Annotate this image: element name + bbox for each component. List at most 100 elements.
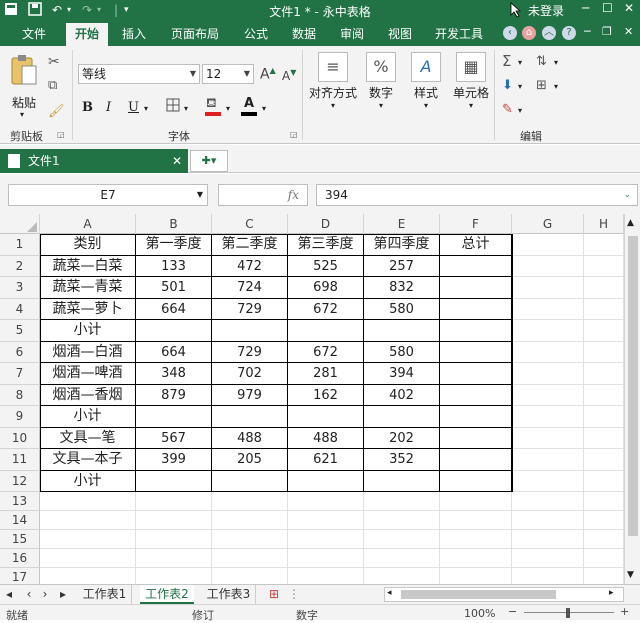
cell[interactable] xyxy=(584,549,624,568)
cell[interactable] xyxy=(136,530,212,549)
cell[interactable]: 488 xyxy=(288,427,364,449)
horizontal-scrollbar[interactable]: ◂ ▸ xyxy=(384,587,624,602)
scroll-thumb[interactable] xyxy=(628,236,638,536)
cell[interactable] xyxy=(440,255,512,277)
file-menu[interactable]: 文件 xyxy=(8,23,60,46)
cell[interactable]: 小计 xyxy=(40,406,136,428)
row-header[interactable]: 14 xyxy=(0,511,40,530)
cell[interactable]: 烟酒—香烟 xyxy=(40,384,136,406)
border-dropdown-icon[interactable]: ▾ xyxy=(184,104,188,113)
doc-restore-icon[interactable]: ❐ xyxy=(602,25,612,38)
cell[interactable] xyxy=(584,449,624,471)
cell[interactable] xyxy=(136,492,212,511)
cell[interactable] xyxy=(288,568,364,584)
cell[interactable] xyxy=(584,277,624,299)
cell[interactable]: 664 xyxy=(136,341,212,363)
cell[interactable] xyxy=(584,234,624,256)
cell[interactable] xyxy=(512,406,584,428)
formula-input[interactable]: 394 ⌄ xyxy=(316,184,638,206)
cell[interactable] xyxy=(584,363,624,385)
cell[interactable] xyxy=(440,406,512,428)
cell[interactable] xyxy=(136,406,212,428)
cell[interactable] xyxy=(288,492,364,511)
cell[interactable] xyxy=(136,511,212,530)
underline-button[interactable]: U xyxy=(128,100,139,115)
fill-color-dropdown-icon[interactable]: ▾ xyxy=(226,104,230,113)
column-header[interactable]: H xyxy=(584,214,624,234)
font-name-select[interactable]: 等线 ▼ xyxy=(78,64,200,84)
cell[interactable] xyxy=(512,530,584,549)
find-icon[interactable]: ⊞ xyxy=(536,78,547,93)
row-header[interactable]: 7 xyxy=(0,363,40,385)
cell[interactable] xyxy=(364,511,440,530)
add-sheet-icon[interactable]: ⊞ xyxy=(264,585,284,604)
clear-icon[interactable]: ✎ xyxy=(502,102,513,117)
cell[interactable] xyxy=(136,568,212,584)
paste-icon[interactable] xyxy=(8,54,40,86)
cell[interactable] xyxy=(584,406,624,428)
tab-splitter-icon[interactable]: ⋮ xyxy=(288,585,300,604)
sort-dropdown-icon[interactable]: ▾ xyxy=(554,58,558,67)
cell[interactable]: 979 xyxy=(212,384,288,406)
cell[interactable] xyxy=(512,449,584,471)
vertical-scrollbar[interactable]: ▲ ▼ xyxy=(624,214,640,584)
tab-developer[interactable]: 开发工具 xyxy=(428,23,490,46)
bold-button[interactable]: B xyxy=(82,100,93,115)
close-icon[interactable]: ✕ xyxy=(624,1,634,15)
scroll-left-icon[interactable]: ◂ xyxy=(387,588,392,598)
cell[interactable]: 小计 xyxy=(40,470,136,492)
cell[interactable]: 488 xyxy=(212,427,288,449)
cell[interactable] xyxy=(40,530,136,549)
font-size-select[interactable]: 12 ▼ xyxy=(202,64,254,84)
cell[interactable] xyxy=(364,568,440,584)
cell[interactable] xyxy=(512,363,584,385)
fill-dropdown-icon[interactable]: ▾ xyxy=(518,82,522,91)
cell[interactable] xyxy=(440,492,512,511)
cell[interactable]: 第一季度 xyxy=(136,234,212,256)
cell[interactable] xyxy=(512,277,584,299)
tab-home[interactable]: 开始 xyxy=(66,23,108,46)
home-icon[interactable]: ⌂ xyxy=(522,26,536,40)
row-header[interactable]: 15 xyxy=(0,530,40,549)
cell[interactable] xyxy=(440,384,512,406)
horizontal-scroll-thumb[interactable] xyxy=(401,590,556,599)
cell[interactable] xyxy=(512,320,584,342)
cell[interactable]: 第四季度 xyxy=(364,234,440,256)
cell[interactable]: 402 xyxy=(364,384,440,406)
cell[interactable]: 202 xyxy=(364,427,440,449)
row-header[interactable]: 17 xyxy=(0,568,40,584)
cell[interactable] xyxy=(512,470,584,492)
cell[interactable] xyxy=(512,549,584,568)
italic-button[interactable]: I xyxy=(106,100,111,115)
cell[interactable] xyxy=(212,470,288,492)
maximize-icon[interactable]: ☐ xyxy=(602,1,613,15)
column-header[interactable]: F xyxy=(440,214,512,234)
cell[interactable] xyxy=(364,406,440,428)
number-button[interactable]: % 数字 ▾ xyxy=(362,52,400,110)
cell[interactable] xyxy=(440,511,512,530)
cell[interactable] xyxy=(212,492,288,511)
cell[interactable] xyxy=(440,320,512,342)
cell[interactable]: 162 xyxy=(288,384,364,406)
clear-dropdown-icon[interactable]: ▾ xyxy=(518,106,522,115)
cell[interactable] xyxy=(512,511,584,530)
sheet-tab-2[interactable]: 工作表2 xyxy=(140,585,194,604)
cell[interactable]: 348 xyxy=(136,363,212,385)
cell[interactable] xyxy=(212,530,288,549)
column-header[interactable]: B xyxy=(136,214,212,234)
spreadsheet-grid[interactable]: ABCDEFGH 1 类别 第一季度 第二季度 第三季度 第四季度 总计 2 蔬菜—白菜 133 4… xyxy=(0,214,624,584)
row-header[interactable]: 2 xyxy=(0,255,40,277)
row-header[interactable]: 6 xyxy=(0,341,40,363)
column-header[interactable]: E xyxy=(364,214,440,234)
cell[interactable] xyxy=(212,511,288,530)
cell[interactable]: 399 xyxy=(136,449,212,471)
column-header[interactable]: C xyxy=(212,214,288,234)
row-header[interactable]: 8 xyxy=(0,384,40,406)
cell[interactable] xyxy=(40,492,136,511)
cell[interactable] xyxy=(40,511,136,530)
cell[interactable]: 394 xyxy=(364,363,440,385)
help-icon[interactable]: ? xyxy=(562,26,576,40)
cell[interactable] xyxy=(584,298,624,320)
scroll-up-icon[interactable]: ▲ xyxy=(627,218,634,228)
cell[interactable]: 257 xyxy=(364,255,440,277)
